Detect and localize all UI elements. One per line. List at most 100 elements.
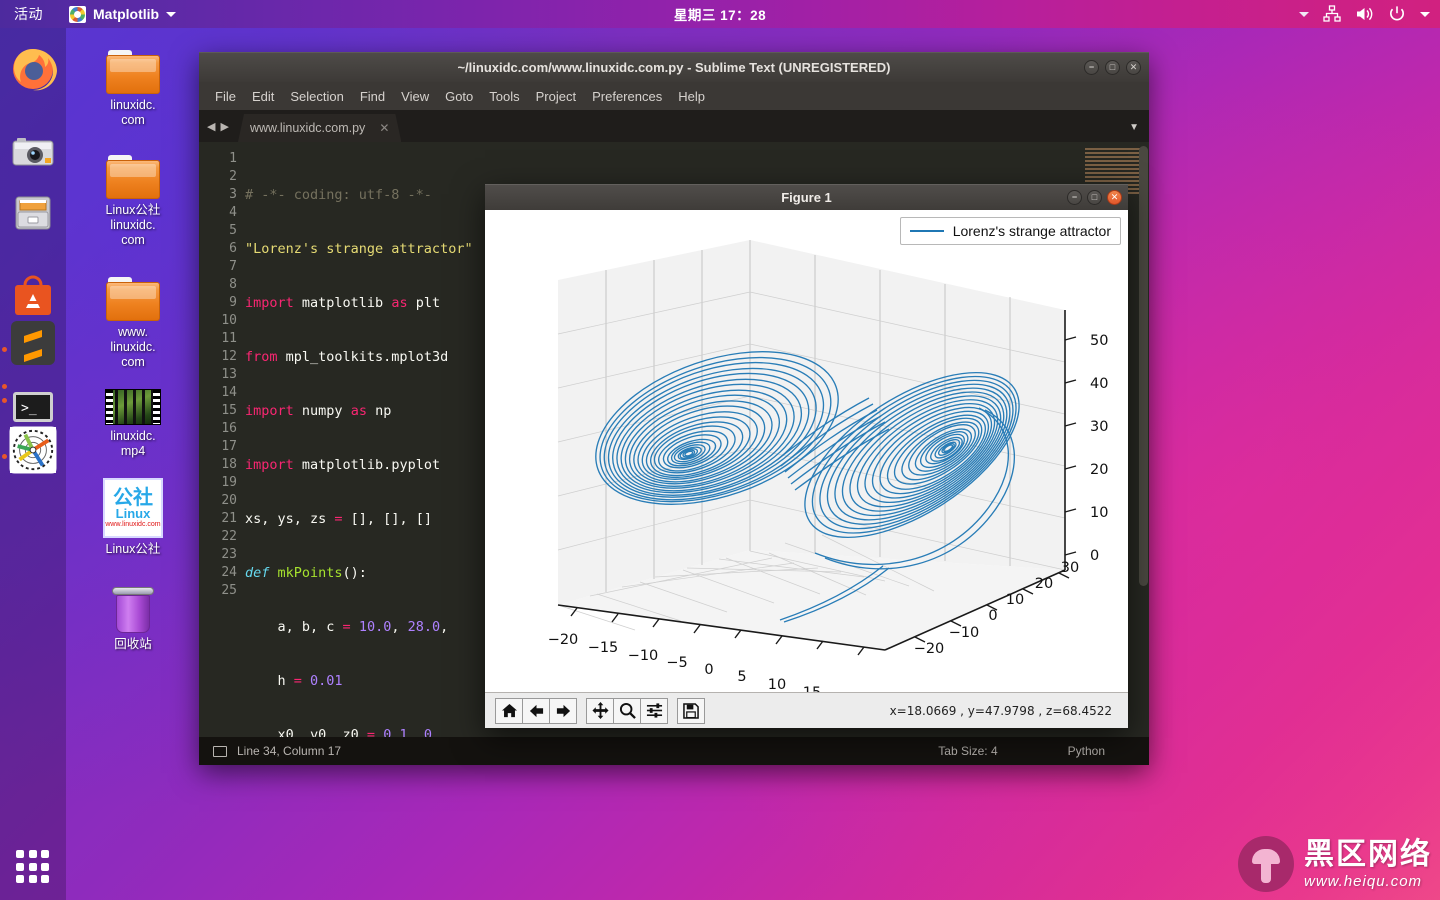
legend-label: Lorenz's strange attractor [952, 223, 1111, 239]
dock-item-files[interactable] [9, 189, 57, 237]
y-tick-label: 20 [1035, 576, 1053, 592]
file-cabinet-icon [15, 196, 51, 230]
monitor-icon [213, 745, 227, 757]
show-applications-button[interactable] [16, 850, 50, 884]
sliders-icon [646, 703, 662, 718]
close-button[interactable]: ✕ [1107, 190, 1122, 205]
app-menu-button[interactable]: Matplotlib [69, 5, 177, 23]
desktop-icon-label: www. linuxidc. com [110, 325, 156, 369]
home-button[interactable] [495, 697, 523, 724]
matplotlib-icon [10, 427, 56, 473]
dock-item-terminal[interactable]: >_ [9, 383, 57, 431]
grid-dot-icon [28, 850, 37, 858]
z-tick-label: 20 [1090, 462, 1108, 478]
top-bar: 活动 Matplotlib 星期三 17：28 [0, 0, 1440, 28]
minimize-button[interactable]: − [1084, 60, 1099, 75]
menu-item-project[interactable]: Project [528, 86, 584, 107]
x-tick-label: 15 [803, 685, 821, 692]
y-tick-label: 10 [1006, 592, 1024, 608]
menu-item-edit[interactable]: Edit [244, 86, 282, 107]
desktop-icon-linuxidc-mp4[interactable]: linuxidc. mp4 [83, 389, 183, 459]
mushroom-icon [1238, 836, 1294, 892]
line-number: 7 [229, 259, 237, 274]
menu-item-tools[interactable]: Tools [481, 86, 527, 107]
line-number: 9 [229, 295, 237, 310]
line-number: 8 [229, 277, 237, 292]
line-number-gutter: 1 2 3 4 5 6 7 8 9 10 11 12 13 14 15 16 1… [199, 142, 245, 737]
line-number: 10 [221, 313, 237, 328]
desktop-icon-linux-gongshe-image[interactable]: 公社 Linux www.linuxidc.com Linux公社 [83, 478, 183, 557]
chevron-down-icon[interactable]: ▼ [1129, 122, 1139, 133]
save-button[interactable] [677, 697, 705, 724]
menu-item-file[interactable]: File [207, 86, 244, 107]
line-number: 17 [221, 439, 237, 454]
menu-item-goto[interactable]: Goto [437, 86, 481, 107]
cursor-position: Line 34, Column 17 [237, 744, 342, 758]
chevron-down-icon[interactable] [1420, 11, 1430, 17]
minimize-button[interactable]: − [1067, 190, 1082, 205]
menu-item-preferences[interactable]: Preferences [584, 86, 670, 107]
move-icon [591, 702, 609, 719]
menu-item-find[interactable]: Find [352, 86, 393, 107]
volume-icon[interactable] [1355, 5, 1374, 23]
pan-button[interactable] [586, 697, 614, 724]
svg-text:>_: >_ [21, 401, 37, 416]
firefox-icon [13, 49, 57, 91]
back-button[interactable] [522, 697, 550, 724]
tab-www-linuxidc-com-py[interactable]: www.linuxidc.com.py ✕ [238, 114, 401, 142]
syntax-setting[interactable]: Python [1068, 744, 1105, 758]
desktop-icon-linuxidc-com[interactable]: linuxidc. com [83, 50, 183, 128]
line-number: 1 [229, 151, 237, 166]
maximize-button[interactable]: □ [1087, 190, 1102, 205]
power-icon[interactable] [1388, 5, 1406, 23]
zoom-button[interactable] [613, 697, 641, 724]
dock-item-software[interactable] [9, 272, 57, 320]
magnifier-icon [619, 702, 636, 719]
y-tick-label: −10 [949, 625, 980, 641]
figure-title-bar[interactable]: Figure 1 − □ ✕ [485, 184, 1128, 210]
forward-button[interactable] [549, 697, 577, 724]
tab-nav-arrows[interactable]: ◀ ▶ [199, 120, 238, 142]
x-tick-label: −5 [666, 655, 687, 671]
dock-item-firefox[interactable] [9, 44, 57, 92]
menu-item-selection[interactable]: Selection [282, 86, 351, 107]
grid-dot-icon [41, 850, 50, 858]
desktop-icon-www-linuxidc-com[interactable]: www. linuxidc. com [83, 277, 183, 370]
configure-subplots-button[interactable] [640, 697, 668, 724]
matplotlib-icon [69, 5, 86, 23]
image-thumbnail-icon: 公社 Linux www.linuxidc.com [103, 478, 163, 538]
maximize-button[interactable]: □ [1105, 60, 1120, 75]
ubuntu-software-icon [15, 275, 51, 315]
dock-item-sublime-text[interactable] [9, 319, 57, 367]
camera-icon [12, 138, 54, 166]
tab-size-setting[interactable]: Tab Size: 4 [938, 744, 997, 758]
figure-canvas[interactable]: Lorenz's strange attractor −20 −15 −10 −… [485, 210, 1128, 692]
thumb-en-text: Linux [115, 506, 151, 521]
line-number: 20 [221, 493, 237, 508]
clock[interactable]: 星期三 17：28 [0, 4, 1440, 24]
desktop-icon-label: Linux公社 [105, 542, 161, 556]
dock-item-matplotlib[interactable] [9, 426, 57, 474]
lorenz-attractor-plot-3d: −20 −15 −10 −5 0 5 10 15 20 −20 −10 0 10… [548, 240, 1108, 692]
line-number: 2 [229, 169, 237, 184]
close-button[interactable]: ✕ [1126, 60, 1141, 75]
editor-scrollbar[interactable] [1139, 146, 1148, 586]
desktop-icon-label: Linux公社 linuxidc. com [105, 203, 161, 247]
line-number: 4 [229, 205, 237, 220]
window-controls: − □ ✕ [1067, 190, 1122, 205]
desktop-icon-trash[interactable]: 回收站 [83, 587, 183, 652]
close-icon[interactable]: ✕ [379, 121, 389, 135]
sublime-title-bar[interactable]: ~/linuxidc.com/www.linuxidc.com.py - Sub… [199, 52, 1149, 82]
chevron-down-icon [166, 11, 177, 17]
menu-item-help[interactable]: Help [670, 86, 713, 107]
chevron-down-icon[interactable] [1299, 11, 1309, 17]
dock-item-camera[interactable] [9, 128, 57, 176]
dock: >_ [0, 28, 66, 900]
network-icon[interactable] [1323, 5, 1341, 23]
menu-item-view[interactable]: View [393, 86, 437, 107]
activities-button[interactable]: 活动 [14, 4, 43, 24]
desktop-icon-linux-gongshe[interactable]: Linux公社 linuxidc. com [83, 155, 183, 248]
floppy-disk-icon [683, 702, 699, 719]
line-number: 24 [221, 565, 237, 580]
line-number: 11 [221, 331, 237, 346]
